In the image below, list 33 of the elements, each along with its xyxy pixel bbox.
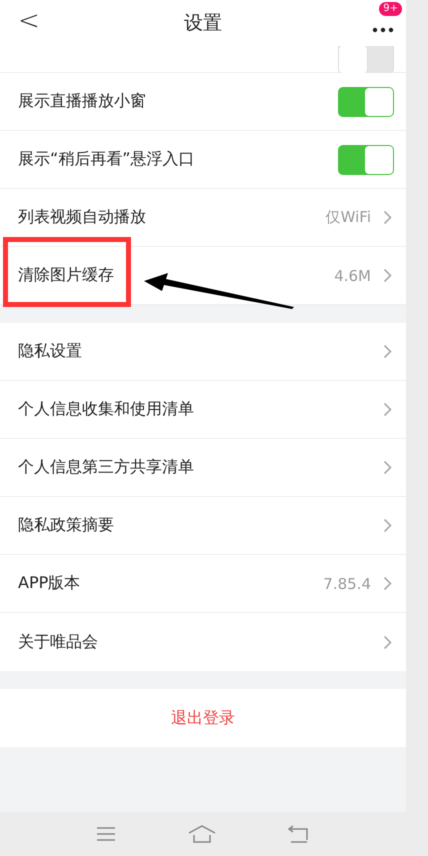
chevron-right-icon[interactable] [383,268,392,283]
setting-label: 展示“稍后再看”悬浮入口 [18,149,195,170]
toggle-switch[interactable] [338,46,394,74]
chevron-right-icon[interactable] [383,344,392,359]
toggle-switch[interactable] [338,144,394,174]
chevron-right-icon[interactable] [383,518,392,533]
chevron-right-icon[interactable] [383,576,392,591]
notification-badge: 9+ [379,2,402,16]
setting-label: 关于唯品会 [18,632,98,652]
setting-value: 4.6M [334,266,371,284]
setting-label: APP版本 [18,573,80,594]
chevron-right-icon[interactable] [383,210,392,225]
setting-label: 隐私设置 [18,341,82,362]
page-title: 设置 [184,10,222,36]
setting-label: 展示直播播放小窗 [18,91,146,112]
setting-label: 隐私政策摘要 [18,515,114,536]
more-icon[interactable] [372,27,394,33]
setting-value: 仅WiFi [326,208,371,227]
settings-row[interactable]: 展示直播播放小窗 [0,73,406,131]
home-icon[interactable] [188,825,216,843]
setting-label: 列表视频自动播放 [18,207,146,228]
logout-button[interactable]: 退出登录 [0,689,406,747]
setting-label: 个人信息收集和使用清单 [18,399,194,420]
setting-value: 7.85.4 [323,574,371,592]
setting-label: 个人信息第三方共享清单 [18,457,194,478]
setting-label: 清除图片缓存 [18,265,114,286]
toggle-switch[interactable] [338,86,394,116]
back-icon[interactable] [288,825,310,843]
chevron-right-icon[interactable] [383,402,392,417]
menu-icon[interactable] [96,826,116,842]
chevron-right-icon[interactable] [383,634,392,650]
back-button[interactable]: < [18,6,40,36]
chevron-right-icon[interactable] [383,460,392,475]
